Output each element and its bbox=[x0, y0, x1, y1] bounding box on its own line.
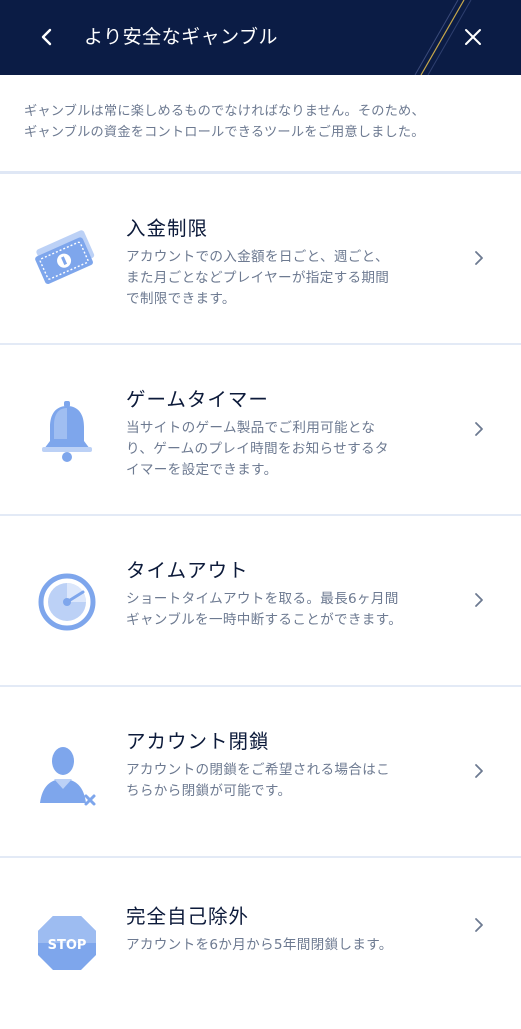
timer-icon bbox=[34, 568, 100, 634]
back-button[interactable] bbox=[30, 20, 64, 54]
tool-item-account-closure[interactable]: アカウント閉鎖 アカウントの閉鎖をご希望される場合はこ ちらから閉鎖が可能です。 bbox=[0, 687, 521, 858]
tool-item-game-timer[interactable]: ゲームタイマー 当サイトのゲーム製品でご利用可能とな り、ゲームのプレイ時間をお… bbox=[0, 345, 521, 516]
description-line: ショートタイムアウトを取る。最長6ヶ月間 bbox=[126, 591, 399, 607]
chevron-right-icon bbox=[470, 762, 488, 780]
chevron-right-icon bbox=[470, 249, 488, 267]
tool-title: ゲームタイマー bbox=[126, 388, 269, 411]
tool-item-self-exclusion[interactable]: STOP 完全自己除外 アカウントを6か月から5年間閉鎖します。 bbox=[0, 858, 521, 1029]
tool-title: 完全自己除外 bbox=[126, 905, 250, 928]
tool-item-timeout[interactable]: タイムアウト ショートタイムアウトを取る。最長6ヶ月間 ギャンブルを一時中断する… bbox=[0, 516, 521, 687]
bell-icon bbox=[34, 399, 100, 465]
tool-title: 入金制限 bbox=[126, 217, 209, 240]
intro-line: ギャンブルは常に楽しめるものでなければなりません。そのため、 bbox=[24, 104, 425, 119]
app-header: より安全なギャンブル bbox=[0, 0, 521, 75]
chevron-right-icon bbox=[470, 591, 488, 609]
description-line: イマーを設定できます。 bbox=[126, 462, 278, 478]
money-icon bbox=[34, 222, 100, 288]
intro-text: ギャンブルは常に楽しめるものでなければなりません。そのため、 ギャンブルの資金を… bbox=[0, 75, 521, 171]
description-line: ちらから閉鎖が可能です。 bbox=[126, 783, 292, 799]
close-icon bbox=[465, 29, 481, 45]
description-line: アカウントでの入金額を日ごと、週ごと、 bbox=[126, 249, 389, 265]
tool-description: アカウントでの入金額を日ごと、週ごと、 また月ごとなどプレイヤーが指定する期間 … bbox=[126, 247, 446, 310]
tool-description: アカウントの閉鎖をご希望される場合はこ ちらから閉鎖が可能です。 bbox=[126, 760, 446, 802]
description-line: で制限できます。 bbox=[126, 291, 236, 307]
stop-label: STOP bbox=[48, 938, 87, 953]
tool-description: ショートタイムアウトを取る。最長6ヶ月間 ギャンブルを一時中断することができます… bbox=[126, 589, 446, 631]
description-line: アカウントの閉鎖をご希望される場合はこ bbox=[126, 762, 390, 778]
tool-list: 入金制限 アカウントでの入金額を日ごと、週ごと、 また月ごとなどプレイヤーが指定… bbox=[0, 174, 521, 1029]
description-line: また月ごとなどプレイヤーが指定する期間 bbox=[126, 270, 390, 286]
stop-sign-icon: STOP bbox=[34, 910, 100, 976]
tool-item-deposit-limit[interactable]: 入金制限 アカウントでの入金額を日ごと、週ごと、 また月ごとなどプレイヤーが指定… bbox=[0, 174, 521, 345]
description-line: 当サイトのゲーム製品でご利用可能とな bbox=[126, 420, 376, 436]
description-line: ギャンブルを一時中断することができます。 bbox=[126, 612, 403, 628]
user-remove-icon bbox=[34, 741, 100, 807]
tool-description: アカウントを6か月から5年間閉鎖します。 bbox=[126, 935, 446, 956]
chevron-left-icon bbox=[41, 28, 52, 46]
intro-line: ギャンブルの資金をコントロールできるツールをご用意しました。 bbox=[24, 125, 425, 140]
close-button[interactable] bbox=[456, 20, 490, 54]
description-line: アカウントを6か月から5年間閉鎖します。 bbox=[126, 937, 393, 953]
tool-title: タイムアウト bbox=[126, 559, 249, 582]
chevron-right-icon bbox=[470, 420, 488, 438]
page-title: より安全なギャンブル bbox=[84, 26, 279, 48]
tool-description: 当サイトのゲーム製品でご利用可能とな り、ゲームのプレイ時間をお知らせするタ イ… bbox=[126, 418, 446, 481]
description-line: り、ゲームのプレイ時間をお知らせするタ bbox=[126, 441, 389, 457]
chevron-right-icon bbox=[470, 916, 488, 934]
tool-title: アカウント閉鎖 bbox=[126, 730, 270, 753]
